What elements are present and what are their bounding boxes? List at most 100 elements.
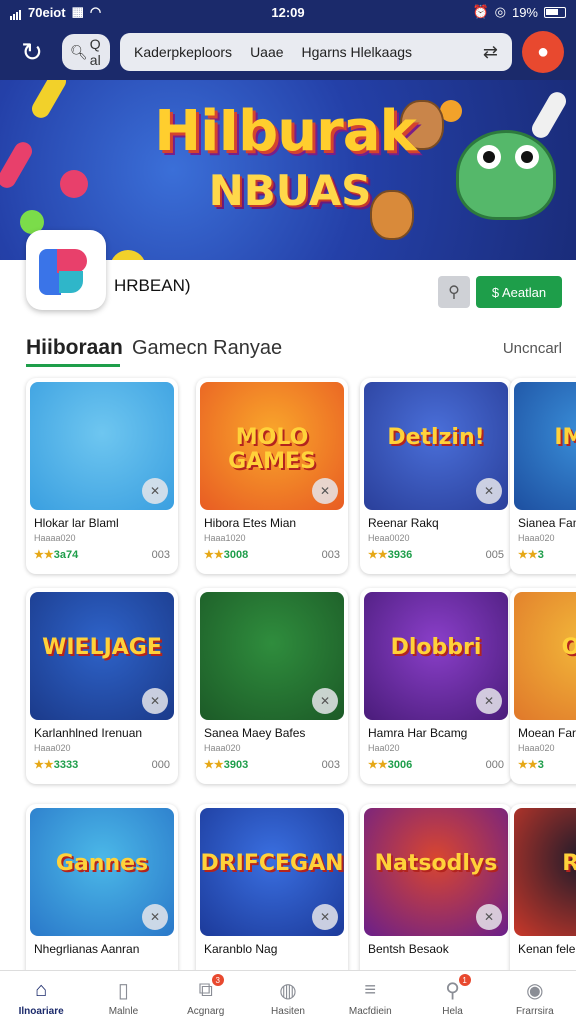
url-bar[interactable]: Kaderpkeploors Uaae Hgarns Hlelkaags ⇄ (120, 33, 512, 71)
game-thumbnail[interactable]: Natsodlys ✕ (364, 808, 508, 936)
game-title: Karanblo Nag (204, 942, 278, 956)
game-thumbnail[interactable]: DRIFCEGAN ✕ (200, 808, 344, 936)
game-art-label: IMCA (554, 425, 576, 450)
game-card[interactable]: Ooa✕ Moean Farl Haaa020 ★★3 (510, 588, 576, 784)
gamepad-icon[interactable]: ✕ (476, 478, 502, 504)
home-icon: ⌂ (35, 978, 48, 1001)
nav-item-1[interactable]: ⌂ Ilnoariare (0, 971, 82, 1024)
url-item[interactable]: Hgarns Hlelkaags (302, 44, 413, 60)
top-nav: ↻ 🔍︎ Q al Kaderpkeploors Uaae Hgarns Hle… (0, 24, 576, 80)
app-info-bar: HRBEAN) ⚲ $ Aeatlan (0, 230, 576, 322)
game-title: Sanea Maey Bafes (204, 726, 306, 740)
game-card[interactable]: Detlzin! ✕ Reenar Rakq Heaa0020 ★★3936 005 (360, 378, 512, 574)
game-thumbnail[interactable]: Detlzin! ✕ (364, 382, 508, 510)
game-art-label: WIELJAGE (42, 635, 162, 660)
game-card[interactable]: ✕ Sanea Maey Bafes Haaa020 ★★3903 003 (196, 588, 348, 784)
app-icon[interactable] (26, 230, 106, 310)
game-card[interactable]: Natsodlys ✕ Bentsh Besaok (360, 804, 512, 970)
gamepad-icon[interactable]: ✕ (476, 904, 502, 930)
search-app-button[interactable]: ⚲ (438, 276, 470, 308)
section-tab[interactable]: Gamecn Ranyae (132, 337, 282, 360)
game-developer: Haa020 (368, 743, 400, 753)
refresh-back-button[interactable]: ↻ (12, 32, 52, 72)
game-rating: ★★3 (518, 758, 544, 771)
game-thumbnail[interactable]: ✕ (200, 592, 344, 720)
status-bar: 70eiot ▦ ◠ 12:09 ⏰ ◎ 19% (0, 0, 576, 24)
rating-value: 3006 (387, 759, 413, 771)
game-thumbnail[interactable]: WIELJAGE ✕ (30, 592, 174, 720)
game-developer: Haaa020 (204, 743, 241, 753)
game-thumbnail[interactable]: IMCA✕ (514, 382, 576, 510)
game-rating: ★★3936 (368, 548, 412, 561)
url-item[interactable]: Uaae (250, 44, 283, 60)
profile-avatar[interactable]: ● (522, 31, 564, 73)
star-icon: ★★ (368, 549, 388, 561)
nav-label: Ilnoariare (18, 1006, 64, 1017)
game-art-label: Detlzin! (387, 425, 485, 450)
url-item[interactable]: Kaderpkeploors (134, 44, 232, 60)
game-thumbnail[interactable]: ✕ (30, 382, 174, 510)
gamepad-icon[interactable]: ✕ (142, 478, 168, 504)
game-thumbnail[interactable]: Dlobbri ✕ (364, 592, 508, 720)
star-icon: ★★ (204, 759, 224, 771)
app-name: HRBEAN) (114, 276, 191, 295)
nav-item-7[interactable]: ◉ Frarrsira (494, 971, 576, 1024)
install-button[interactable]: $ Aeatlan (476, 276, 562, 308)
game-rating: ★★3008 (204, 548, 248, 561)
nav-item-6[interactable]: ⚲ 1 Hela (411, 971, 493, 1024)
rating-value: 3008 (223, 549, 249, 561)
star-icon: ★★ (34, 549, 54, 561)
notification-badge: 3 (211, 974, 224, 986)
nav-label: Acgnarg (187, 1006, 225, 1017)
gamepad-icon[interactable]: ✕ (142, 688, 168, 714)
download-count: 003 (151, 549, 170, 561)
gamepad-icon[interactable]: ✕ (476, 688, 502, 714)
nav-item-2[interactable]: ▯ Malnle (82, 971, 164, 1024)
game-card[interactable]: IMCA✕ Sianea Fanl Haaa020 ★★3 (510, 378, 576, 574)
game-card[interactable]: DRIFCEGAN ✕ Karanblo Nag (196, 804, 348, 970)
game-card[interactable]: WIELJAGE ✕ Karlanhlned Irenuan Haaa020 ★★333… (26, 588, 178, 784)
gamepad-icon[interactable]: ✕ (142, 904, 168, 930)
game-card[interactable]: MOLO GAMES ✕ Hibora Etes Mian Haaa1020 ★★300… (196, 378, 348, 574)
game-title: Nhegrlianas Aanran (34, 942, 140, 956)
bookmark-icon: ▯ (117, 979, 129, 1002)
see-all-link[interactable]: Uncncarl (503, 340, 562, 357)
nav-item-3[interactable]: ⧉ 3 Acgnarg (165, 971, 247, 1024)
gamepad-icon[interactable]: ✕ (312, 688, 338, 714)
section-tab-active[interactable]: Hiiboraan (26, 336, 123, 360)
search-icon: ⚲ 1 (441, 974, 471, 1002)
nav-label: Malnle (108, 1006, 139, 1017)
grid-icon: ▦ (71, 4, 84, 19)
game-card[interactable]: ✕ Hlokar lar Blaml Haaaa020 ★★3a74 003 (26, 378, 178, 574)
game-thumbnail[interactable]: MOLO GAMES ✕ (200, 382, 344, 510)
game-thumbnail[interactable]: Gannes ✕ (30, 808, 174, 936)
game-art-label: Gannes (55, 851, 149, 876)
download-count: 003 (321, 549, 340, 561)
game-thumbnail[interactable]: Ooa✕ (514, 592, 576, 720)
rating-value: 3936 (387, 549, 413, 561)
star-icon: ★★ (518, 549, 538, 561)
game-card[interactable]: Gannes ✕ Nhegrlianas Aanran (26, 804, 178, 970)
search-button[interactable]: 🔍︎ Q al (62, 34, 110, 70)
nav-item-4[interactable]: ◍ Hasiten (247, 971, 329, 1024)
star-icon: ★★ (204, 549, 224, 561)
nav-item-5[interactable]: ≡ Macfdiein (329, 971, 411, 1024)
gamepad-icon[interactable]: ✕ (312, 478, 338, 504)
game-card[interactable]: Dlobbri ✕ Hamra Har Bcamg Haa020 ★★3006 000 (360, 588, 512, 784)
carrier-label: 70eiot (28, 4, 66, 20)
nav-label: Hasiten (271, 1006, 305, 1017)
game-art-label: Ooa (561, 635, 576, 660)
download-count: 000 (485, 759, 504, 771)
nav-label: Macfdiein (348, 1006, 392, 1017)
gamepad-icon[interactable]: ✕ (312, 904, 338, 930)
game-title: Reenar Rakq (368, 516, 439, 530)
battery-icon (544, 6, 566, 18)
game-thumbnail[interactable]: Ran✕ (514, 808, 576, 936)
game-title: Bentsh Besaok (368, 942, 449, 956)
game-developer: Heaa0020 (368, 533, 410, 543)
candy-decor (60, 170, 88, 198)
game-title: Hamra Har Bcamg (368, 726, 468, 740)
game-card[interactable]: Ran✕ Kenan fele (510, 804, 576, 970)
menu-icon: ≡ (364, 978, 377, 1001)
share-icon[interactable]: ⇄ (483, 42, 498, 63)
